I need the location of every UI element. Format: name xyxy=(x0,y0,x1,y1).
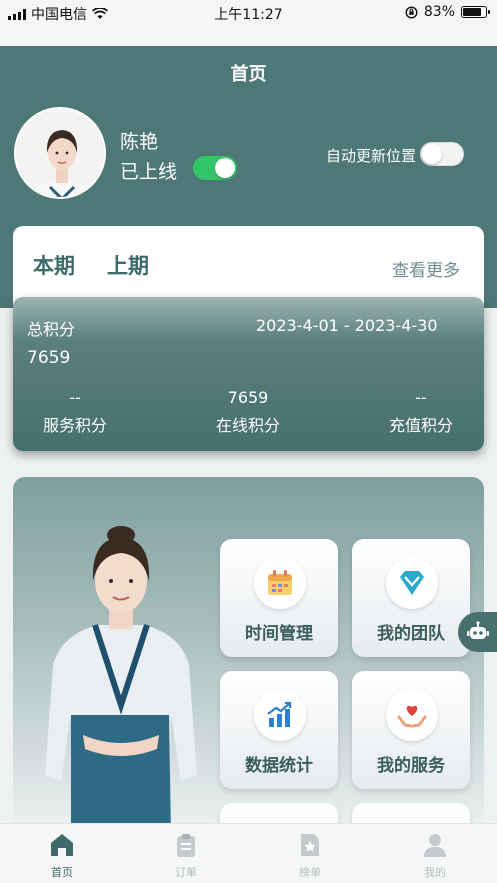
heart-hands-icon xyxy=(386,689,438,741)
feature-time-management[interactable]: 时间管理 xyxy=(220,539,338,657)
battery-group: 83% xyxy=(405,4,490,20)
model-illustration xyxy=(45,526,197,837)
online-status-label: 已上线 xyxy=(120,161,178,183)
tab-current-period[interactable]: 本期 xyxy=(33,250,75,280)
feature-my-services[interactable]: 我的服务 xyxy=(352,671,470,789)
user-icon xyxy=(424,834,446,857)
feature-label: 我的团队 xyxy=(377,624,445,644)
online-toggle[interactable] xyxy=(193,156,237,180)
tab-profile[interactable]: 我的 xyxy=(395,832,475,880)
clipboard-icon xyxy=(177,834,195,857)
home-icon xyxy=(51,834,73,856)
total-points-value: 7659 xyxy=(27,348,71,368)
date-range: 2023-4-01 - 2023-4-30 xyxy=(256,316,438,335)
toggle-knob xyxy=(215,158,235,178)
assistant-button[interactable] xyxy=(458,612,497,652)
calendar-icon xyxy=(254,557,306,609)
tab-label: 榜单 xyxy=(299,866,321,879)
auto-location-toggle[interactable] xyxy=(420,142,464,166)
online-points-label: 在线积分 xyxy=(215,416,280,435)
feature-data-statistics[interactable]: 数据统计 xyxy=(220,671,338,789)
online-points-value: 7659 xyxy=(227,388,269,407)
feature-label: 时间管理 xyxy=(245,624,313,644)
robot-icon xyxy=(466,621,489,639)
tab-label: 订单 xyxy=(175,866,197,879)
battery-icon xyxy=(461,6,490,18)
service-points-label: 服务积分 xyxy=(42,416,107,435)
recharge-points: -- 充值积分 xyxy=(361,386,481,436)
page-title: 首页 xyxy=(230,64,267,85)
tab-leaderboard[interactable]: 榜单 xyxy=(270,832,350,880)
battery-percent: 83% xyxy=(423,4,455,20)
recharge-points-label: 充值积分 xyxy=(388,416,453,435)
tab-previous-period[interactable]: 上期 xyxy=(107,250,149,280)
total-points-label: 总积分 xyxy=(27,320,76,339)
recharge-points-value: -- xyxy=(415,388,427,407)
bar-chart-icon xyxy=(254,689,306,741)
tab-label: 我的 xyxy=(424,866,446,879)
toggle-knob xyxy=(422,144,442,164)
feature-label: 我的服务 xyxy=(377,756,445,776)
feature-label: 数据统计 xyxy=(245,756,313,776)
avatar[interactable] xyxy=(14,107,106,199)
tab-orders[interactable]: 订单 xyxy=(146,832,226,880)
team-diamond-icon xyxy=(386,557,438,609)
user-name: 陈艳 xyxy=(120,131,159,153)
status-bar: 中国电信 上午11:27 83% xyxy=(0,0,497,46)
tab-label: 首页 xyxy=(51,866,73,879)
service-points-value: -- xyxy=(69,388,81,407)
service-points: -- 服务积分 xyxy=(15,386,135,436)
see-more-link[interactable]: 查看更多 xyxy=(392,256,460,281)
orientation-lock-icon xyxy=(405,5,418,19)
online-points: 7659 在线积分 xyxy=(188,386,308,436)
star-document-icon xyxy=(301,834,319,856)
feature-my-team[interactable]: 我的团队 xyxy=(352,539,470,657)
tab-home[interactable]: 首页 xyxy=(22,832,102,880)
auto-location-label: 自动更新位置 xyxy=(326,147,417,165)
bottom-tab-bar: 首页 订单 榜单 我的 xyxy=(0,823,497,883)
